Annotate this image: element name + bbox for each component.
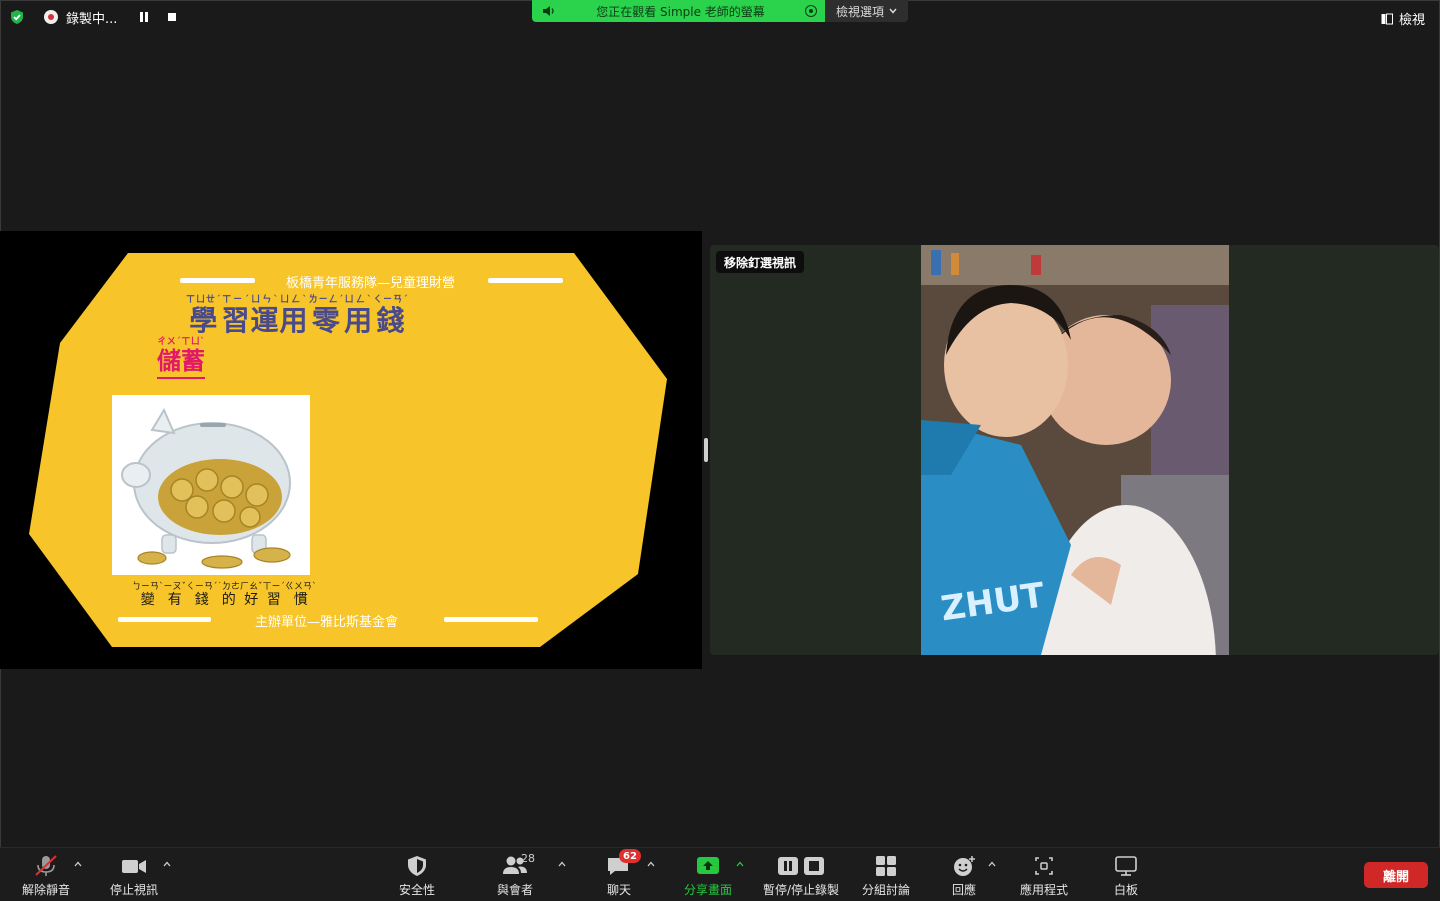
reactions-label: 回應 [951, 883, 976, 897]
pause-stop-recording-label: 暫停/停止錄製 [762, 883, 840, 897]
focus-target-icon[interactable] [805, 5, 817, 17]
audio-options-caret-icon[interactable] [74, 860, 82, 868]
title-char: 用ㄩㄥˋ [279, 295, 309, 337]
unmute-button[interactable]: 解除靜音 [18, 848, 74, 901]
title-char: 零ㄌㄧㄥˊ [308, 295, 345, 337]
apps-label: 應用程式 [1019, 883, 1068, 897]
caption-char: 錢ㄑㄧㄢˊ [186, 582, 218, 608]
caption-char: 好ㄏㄠˇ [240, 582, 263, 608]
apps-icon [1035, 857, 1053, 875]
encryption-shield-icon[interactable] [9, 9, 25, 25]
participants-label: 與會者 [496, 883, 533, 897]
share-screen-label: 分享畫面 [683, 883, 732, 897]
slide-header-line-left [180, 278, 255, 283]
subtitle-char: 蓄ㄒㄩˋ [181, 337, 205, 375]
reactions-button[interactable]: 回應 [944, 848, 984, 901]
participants-count: 28 [521, 852, 535, 865]
unmute-label: 解除靜音 [21, 883, 70, 897]
unpin-video-button[interactable]: 移除釘選視訊 [716, 251, 805, 273]
chevron-down-icon [889, 8, 897, 14]
piggy-bank-icon [112, 395, 310, 575]
share-screen-icon [697, 857, 719, 874]
slide-footer-org: 主辦單位—雅比斯基金會 [255, 615, 399, 630]
shared-screen: 板橋青年服務隊—兒童理財營 學ㄒㄩㄝˊ習ㄒㄧˊ運ㄩㄣˋ用ㄩㄥˋ零ㄌㄧㄥˊ用ㄩㄥˋ… [0, 231, 702, 669]
title-char: 學ㄒㄩㄝˊ [186, 295, 222, 337]
chat-button[interactable]: 62 聊天 [596, 848, 642, 901]
meeting-toolbar: 解除靜音 停止視訊 安全性 28 與會者 62 聊天 分享畫面 暫停/停止錄製 … [0, 847, 1440, 901]
slide-header-org: 板橋青年服務隊—兒童理財營 [286, 276, 456, 291]
caption-char: 變ㄅㄧㄢˋ [132, 582, 164, 608]
whiteboard-icon [1115, 856, 1137, 876]
breakout-rooms-label: 分組討論 [861, 883, 910, 897]
stop-video-label: 停止視訊 [109, 883, 158, 897]
view-options-button[interactable]: 檢視選項 [825, 0, 908, 22]
recording-dot-icon [44, 10, 58, 24]
stop-video-button[interactable]: 停止視訊 [106, 848, 162, 901]
caption-char: 的˙ㄉㄜ [217, 582, 241, 608]
stop-recording-icon[interactable] [168, 13, 176, 21]
participants-button[interactable]: 28 與會者 [490, 848, 540, 901]
pause-recording-icon[interactable] [140, 12, 150, 22]
chat-icon-wrap: 62 [605, 849, 641, 877]
leave-meeting-button[interactable]: 離開 [1364, 862, 1428, 888]
slide-footer-line-right [444, 617, 538, 622]
subtitle-char: 儲ㄔㄨˊ [157, 337, 181, 375]
view-label: 檢視 [1398, 13, 1425, 28]
security-button[interactable]: 安全性 [392, 848, 442, 901]
top-bar: 錄製中... 您正在觀看 Simple 老師的螢幕 檢視選項 檢視 [0, 0, 1440, 34]
screen-share-banner: 您正在觀看 Simple 老師的螢幕 [532, 0, 825, 22]
reactions-smiley-icon [954, 856, 975, 876]
slide-subtitle: 儲ㄔㄨˊ蓄ㄒㄩˋ [157, 337, 205, 379]
caption-char: 慣ㄍㄨㄢˋ [285, 582, 317, 608]
recording-indicator: 錄製中... [44, 8, 176, 27]
share-options-caret-icon[interactable] [736, 860, 744, 868]
title-char: 習ㄒㄧˊ [221, 295, 251, 337]
whiteboard-button[interactable]: 白板 [1106, 848, 1146, 901]
pause-stop-recording-button[interactable]: 暫停/停止錄製 [758, 848, 844, 901]
whiteboard-label: 白板 [1113, 883, 1138, 897]
chat-options-caret-icon[interactable] [647, 860, 655, 868]
view-button[interactable]: 檢視 [1381, 9, 1425, 28]
participant-video-feed: ZHUT [921, 245, 1229, 655]
caption-char: 習ㄒㄧˊ [262, 582, 286, 608]
slide-footer-line-left [118, 617, 211, 622]
slide-caption: 變ㄅㄧㄢˋ有ㄧㄡˇ錢ㄑㄧㄢˊ的˙ㄉㄜ好ㄏㄠˇ習ㄒㄧˊ慣ㄍㄨㄢˋ [132, 582, 317, 609]
video-options-caret-icon[interactable] [163, 860, 171, 868]
chat-unread-badge: 62 [619, 849, 641, 863]
muted-microphone-icon [35, 855, 57, 876]
security-shield-icon [408, 856, 426, 876]
participants-options-caret-icon[interactable] [558, 860, 566, 868]
share-banner-text: 您正在觀看 Simple 老師的螢幕 [596, 4, 765, 19]
title-char: 運ㄩㄣˋ [250, 295, 280, 337]
slide-header-line-right [488, 278, 563, 283]
split-view-drag-handle[interactable] [704, 438, 708, 462]
view-options-label: 檢視選項 [835, 4, 884, 19]
piggy-bank-image [112, 395, 310, 575]
pause-stop-recording-icon [778, 857, 824, 875]
title-char: 錢ㄑㄧㄢˊ [373, 295, 409, 337]
chat-label: 聊天 [606, 883, 631, 897]
caption-char: 有ㄧㄡˇ [163, 582, 187, 608]
security-label: 安全性 [398, 883, 435, 897]
recording-label: 錄製中... [66, 11, 118, 27]
pinned-video-tile[interactable]: ZHUT 移除釘選視訊 [710, 245, 1439, 655]
breakout-rooms-icon [876, 856, 896, 876]
speaker-icon [543, 6, 554, 16]
apps-button[interactable]: 應用程式 [1016, 848, 1072, 901]
slide-title: 學ㄒㄩㄝˊ習ㄒㄧˊ運ㄩㄣˋ用ㄩㄥˋ零ㄌㄧㄥˊ用ㄩㄥˋ錢ㄑㄧㄢˊ [186, 295, 409, 339]
share-screen-button[interactable]: 分享畫面 [680, 848, 736, 901]
breakout-rooms-button[interactable]: 分組討論 [858, 848, 914, 901]
reactions-options-caret-icon[interactable] [988, 860, 996, 868]
video-camera-icon [122, 860, 146, 873]
title-char: 用ㄩㄥˋ [344, 295, 374, 337]
view-layout-icon [1381, 13, 1393, 24]
